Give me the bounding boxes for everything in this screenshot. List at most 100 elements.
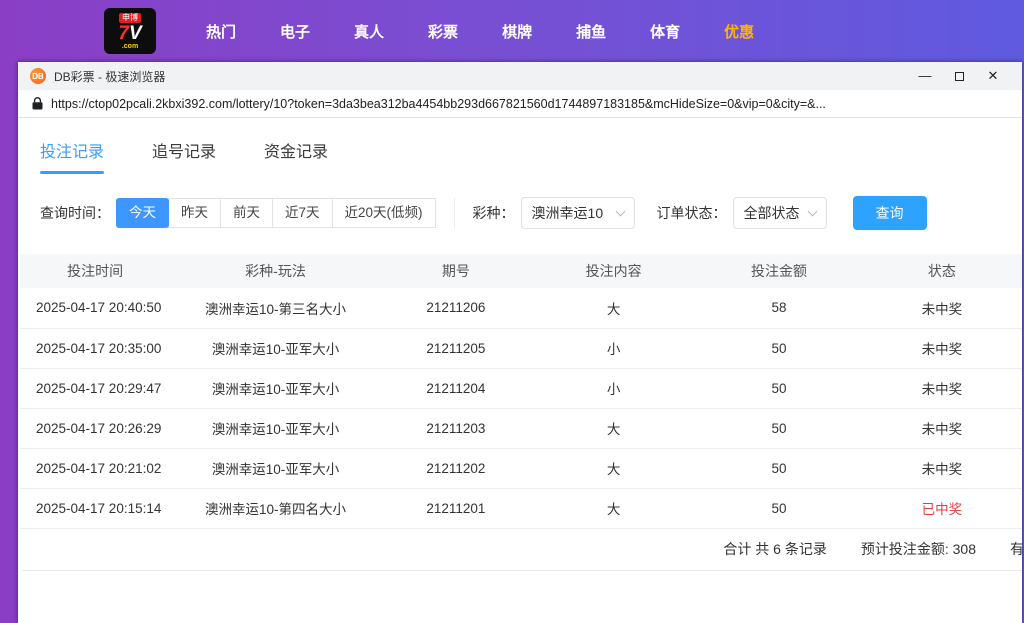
tab-chase-records[interactable]: 追号记录 [152,138,216,174]
col-play-type: 彩种-玩法 [170,254,381,288]
cell-status: 已中奖 [861,488,1022,529]
order-status-label: 订单状态： [656,205,727,221]
record-tabs: 投注记录 追号记录 资金记录 [40,138,1022,174]
summary-total: 合计 共 6 条记录 [723,541,827,557]
logo-main: 7V [118,22,142,44]
summary-expected: 预计投注金额: 308 [860,541,976,557]
url-bar[interactable]: https://ctop02pcali.2kbxi392.com/lottery… [18,90,1022,118]
filter-row: 查询时间： 今天 昨天 前天 近7天 近20天(低频) 彩种： 澳洲幸运10 订… [40,196,1022,230]
filter-divider [453,198,455,228]
cell-issue: 21211205 [380,328,531,369]
time-option-daybefore[interactable]: 前天 [220,198,273,228]
cell-play-type: 澳洲幸运10-亚军大小 [170,448,381,489]
cell-bet-time: 2025-04-17 20:26:29 [20,408,171,449]
cell-bet-amount: 50 [696,488,862,529]
site-logo[interactable]: 申博 7V .com [104,8,156,54]
close-button[interactable]: ✕ [976,62,1010,90]
cell-status: 未中奖 [861,288,1022,329]
time-range-group: 今天 昨天 前天 近7天 近20天(低频) [116,198,436,228]
maximize-button[interactable] [942,62,976,90]
browser-window: DB DB彩票 - 极速浏览器 — ✕ https://ctop02pcali.… [18,62,1022,623]
time-option-20days[interactable]: 近20天(低频) [331,198,436,228]
table-row: 2025-04-17 20:35:00 澳洲幸运10-亚军大小 21211205… [20,328,1022,369]
cell-bet-amount: 50 [696,448,862,489]
cell-play-type: 澳洲幸运10-第四名大小 [170,488,381,529]
cell-bet-time: 2025-04-17 20:21:02 [20,448,171,489]
cell-status: 未中奖 [861,328,1022,369]
maximize-icon [954,72,964,82]
cell-issue: 21211203 [380,408,531,449]
col-status: 状态 [861,254,1022,288]
app-icon: DB [30,68,46,84]
order-status-value: 全部状态 [743,205,800,221]
nav-item-cards[interactable]: 棋牌 [480,21,554,42]
col-bet-time: 投注时间 [20,254,171,288]
nav-item-fishing[interactable]: 捕鱼 [554,21,628,42]
lock-icon [32,97,43,110]
nav-item-live[interactable]: 真人 [332,21,406,42]
table-summary: 合计 共 6 条记录 预计投注金额: 308 有效投注金 [22,529,1022,571]
site-top-nav: 申博 7V .com 热门 电子 真人 彩票 棋牌 捕鱼 体育 优惠 [0,0,1024,62]
cell-issue: 21211204 [380,368,531,409]
lottery-type-select[interactable]: 澳洲幸运10 [520,197,635,229]
cell-status: 未中奖 [861,408,1022,449]
cell-bet-content: 小 [531,368,697,409]
chevron-down-icon [615,206,625,216]
summary-valid: 有效投注金 [1010,541,1022,557]
nav-item-lottery[interactable]: 彩票 [406,21,480,42]
cell-play-type: 澳洲幸运10-亚军大小 [170,368,381,409]
window-title: DB彩票 - 极速浏览器 [54,69,166,84]
site-nav-items: 热门 电子 真人 彩票 棋牌 捕鱼 体育 优惠 [184,21,776,42]
logo-suffix: .com [121,42,139,50]
table-row: 2025-04-17 20:40:50 澳洲幸运10-第三名大小 2121120… [20,288,1022,329]
cell-bet-content: 大 [531,488,697,529]
table-row: 2025-04-17 20:21:02 澳洲幸运10-亚军大小 21211202… [20,448,1022,489]
tab-bet-records[interactable]: 投注记录 [40,138,105,174]
cell-bet-time: 2025-04-17 20:35:00 [20,328,171,369]
cell-bet-amount: 58 [696,288,862,329]
order-status-select[interactable]: 全部状态 [732,197,827,229]
lottery-type-value: 澳洲幸运10 [531,205,604,221]
query-button[interactable]: 查询 [852,196,927,230]
time-option-yesterday[interactable]: 昨天 [168,198,221,228]
time-option-7days[interactable]: 近7天 [272,198,333,228]
table-row: 2025-04-17 20:15:14 澳洲幸运10-第四名大小 2121120… [20,488,1022,529]
query-time-label: 查询时间： [40,205,110,221]
tab-fund-records[interactable]: 资金记录 [264,138,328,174]
cell-status: 未中奖 [861,368,1022,409]
table-header-row: 投注时间 彩种-玩法 期号 投注内容 投注金额 状态 [20,254,1022,288]
cell-issue: 21211202 [380,448,531,489]
cell-bet-content: 大 [531,288,697,329]
time-option-today[interactable]: 今天 [116,198,169,228]
window-controls: — ✕ [908,62,1010,90]
cell-issue: 21211206 [380,288,531,329]
table-row: 2025-04-17 20:26:29 澳洲幸运10-亚军大小 21211203… [20,408,1022,449]
minimize-button[interactable]: — [908,62,942,90]
cell-bet-content: 大 [531,448,697,489]
cell-play-type: 澳洲幸运10-亚军大小 [170,328,381,369]
col-bet-content: 投注内容 [531,254,697,288]
cell-bet-time: 2025-04-17 20:29:47 [20,368,171,409]
window-titlebar[interactable]: DB DB彩票 - 极速浏览器 — ✕ [18,62,1022,90]
lottery-type-label: 彩种： [472,205,515,221]
cell-bet-amount: 50 [696,368,862,409]
cell-bet-amount: 50 [696,328,862,369]
lottery-page: 投注记录 追号记录 资金记录 查询时间： 今天 昨天 前天 近7天 近20天(低… [18,118,1022,623]
cell-issue: 21211201 [380,488,531,529]
cell-play-type: 澳洲幸运10-第三名大小 [170,288,381,329]
nav-item-promo[interactable]: 优惠 [702,21,776,42]
cell-bet-amount: 50 [696,408,862,449]
nav-item-hot[interactable]: 热门 [184,21,258,42]
bet-records-table: 投注时间 彩种-玩法 期号 投注内容 投注金额 状态 2025-04-17 20… [20,254,1022,571]
col-issue: 期号 [380,254,531,288]
cell-bet-time: 2025-04-17 20:40:50 [20,288,171,329]
nav-item-slots[interactable]: 电子 [258,21,332,42]
table-row: 2025-04-17 20:29:47 澳洲幸运10-亚军大小 21211204… [20,368,1022,409]
chevron-down-icon [807,206,817,216]
cell-bet-content: 小 [531,328,697,369]
col-bet-amount: 投注金额 [696,254,862,288]
cell-play-type: 澳洲幸运10-亚军大小 [170,408,381,449]
logo-badge: 申博 [119,12,141,23]
nav-item-sports[interactable]: 体育 [628,21,702,42]
cell-bet-time: 2025-04-17 20:15:14 [20,488,171,529]
